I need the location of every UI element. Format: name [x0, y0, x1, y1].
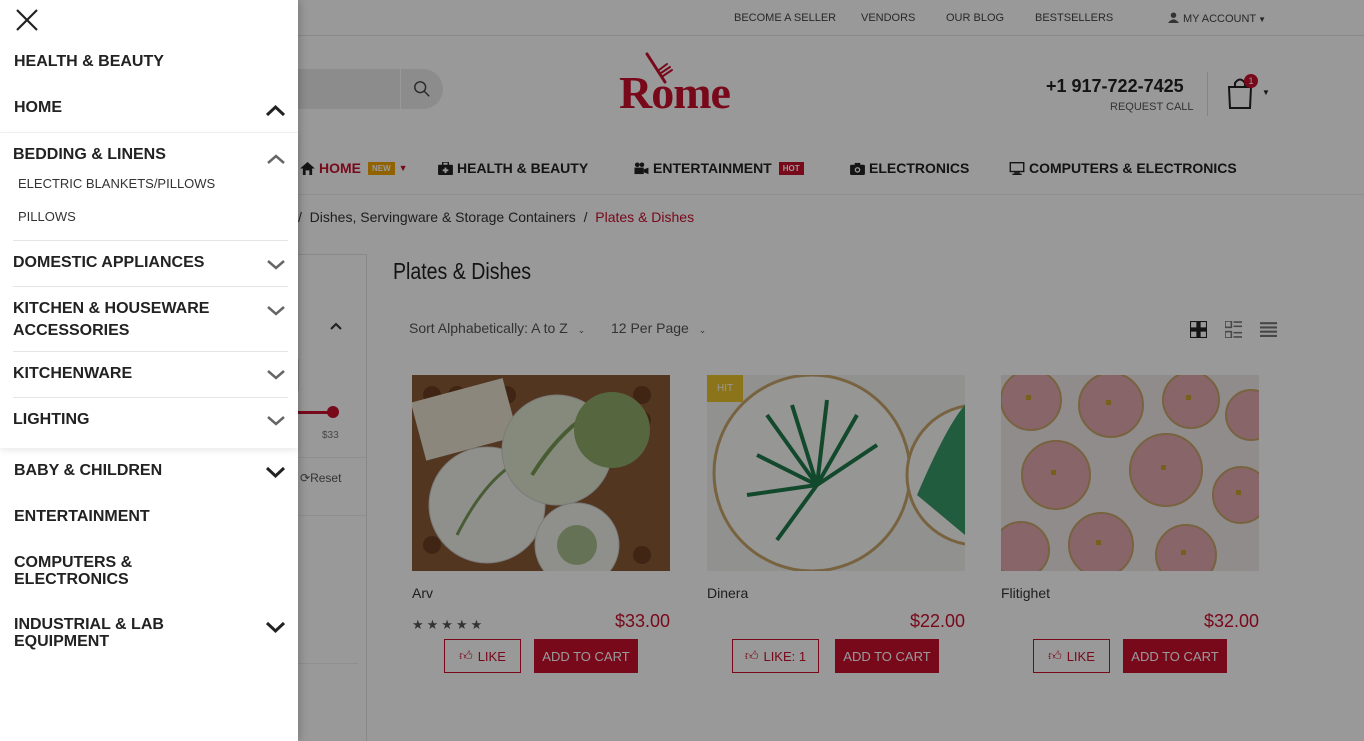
menu-item-lighting[interactable]: LIGHTING: [13, 409, 89, 431]
mobile-menu-drawer: HEALTH & BEAUTY HOME BEDDING & LINENS EL…: [0, 0, 298, 741]
menu-item-kitchenware[interactable]: KITCHENWARE: [13, 363, 132, 385]
chevron-down-icon[interactable]: [266, 369, 286, 381]
chevron-up-icon[interactable]: [266, 153, 286, 165]
home-submenu: BEDDING & LINENS ELECTRIC BLANKETS/PILLO…: [0, 132, 298, 448]
chevron-down-icon[interactable]: [266, 415, 286, 427]
menu-item-electric-blankets[interactable]: ELECTRIC BLANKETS/PILLOWS: [18, 176, 215, 191]
chevron-down-icon[interactable]: [265, 621, 286, 634]
menu-item-computers-electronics[interactable]: COMPUTERS & ELECTRONICS: [14, 554, 214, 588]
chevron-down-icon[interactable]: [265, 466, 286, 479]
menu-divider: [13, 397, 288, 398]
menu-item-domestic-appliances[interactable]: DOMESTIC APPLIANCES: [13, 252, 204, 274]
menu-item-kitchen-houseware[interactable]: KITCHEN & HOUSEWARE ACCESSORIES: [13, 298, 243, 342]
chevron-down-icon[interactable]: [266, 259, 286, 271]
menu-item-health-beauty[interactable]: HEALTH & BEAUTY: [14, 53, 164, 71]
menu-item-baby-children[interactable]: BABY & CHILDREN: [14, 462, 162, 480]
menu-item-bedding-linens[interactable]: BEDDING & LINENS: [13, 144, 166, 166]
menu-item-home[interactable]: HOME: [14, 99, 62, 117]
close-icon[interactable]: [14, 7, 40, 33]
chevron-up-icon[interactable]: [265, 104, 286, 117]
menu-item-pillows[interactable]: PILLOWS: [18, 209, 76, 224]
menu-divider: [13, 240, 288, 241]
chevron-down-icon[interactable]: [266, 305, 286, 317]
menu-divider: [13, 351, 288, 352]
menu-item-entertainment[interactable]: ENTERTAINMENT: [14, 508, 150, 526]
menu-item-industrial-lab[interactable]: INDUSTRIAL & LAB EQUIPMENT: [14, 616, 214, 650]
menu-divider: [13, 286, 288, 287]
